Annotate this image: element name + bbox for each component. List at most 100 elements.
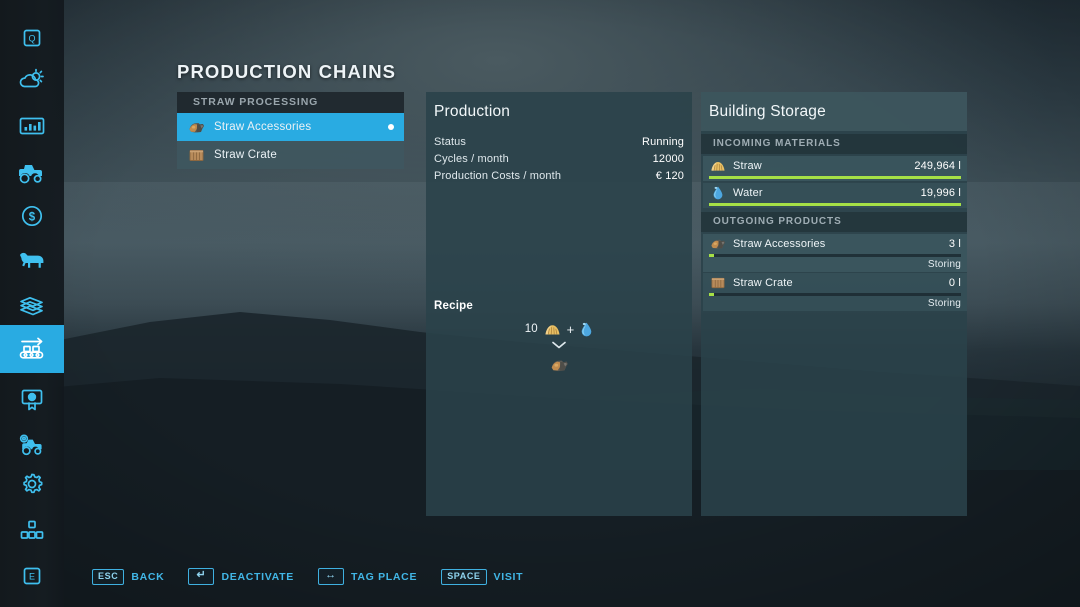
sidebar-item-statistics[interactable] xyxy=(0,102,64,150)
storage-bar-fill xyxy=(709,254,714,257)
network-nodes-icon xyxy=(18,518,46,542)
tractor-gear-icon xyxy=(15,430,49,458)
svg-text:Q: Q xyxy=(28,34,35,44)
sidebar-item-achievements[interactable] xyxy=(0,376,64,424)
stat-row-cycles: Cycles / month 12000 xyxy=(434,153,684,165)
production-list-panel: STRAW PROCESSING Straw Accessories xyxy=(177,92,404,169)
key-cap-esc: ESC xyxy=(92,569,124,585)
storage-bar-track xyxy=(709,254,961,257)
sidebar-item-help-e[interactable]: E xyxy=(0,552,64,600)
gear-icon xyxy=(18,470,46,498)
chart-bars-icon xyxy=(18,114,46,138)
sidebar-item-overview-q[interactable]: Q xyxy=(0,14,64,62)
list-item-straw-crate[interactable]: Straw Crate xyxy=(177,141,404,169)
outgoing-products-header: OUTGOING PRODUCTS xyxy=(701,212,967,232)
storage-row-straw-accessories[interactable]: Straw Accessories 3 l Storing xyxy=(703,234,967,272)
help-item-visit[interactable]: SPACE VISIT xyxy=(441,569,523,585)
storage-item-status: Storing xyxy=(703,257,967,273)
recipe-outputs-row xyxy=(426,356,692,374)
e-key-icon: E xyxy=(19,563,45,589)
straw-pile-icon xyxy=(709,158,727,174)
svg-text:E: E xyxy=(29,572,35,582)
stat-key: Status xyxy=(434,136,466,148)
incoming-materials-header: INCOMING MATERIALS xyxy=(701,134,967,154)
key-cap-space: SPACE xyxy=(441,569,486,585)
sidebar-item-finances[interactable]: $ xyxy=(0,192,64,240)
stat-key: Production Costs / month xyxy=(434,170,561,182)
help-item-deactivate[interactable]: ↵ DEACTIVATE xyxy=(188,568,294,585)
storage-item-amount: 19,996 l xyxy=(921,187,961,199)
cow-icon xyxy=(16,247,48,273)
straw-accessories-icon xyxy=(186,118,206,136)
sidebar-item-settings[interactable] xyxy=(0,460,64,508)
straw-accessories-icon xyxy=(549,356,570,374)
list-item-label: Straw Crate xyxy=(214,149,394,161)
straw-crate-icon xyxy=(709,275,727,291)
key-cap-enter: ↵ xyxy=(188,568,214,585)
water-drop-icon xyxy=(709,185,727,201)
production-panel-title: Production xyxy=(434,103,510,121)
storage-row-straw-crate[interactable]: Straw Crate 0 l Storing xyxy=(703,273,967,311)
weather-sun-cloud-icon xyxy=(17,67,47,93)
stat-key: Cycles / month xyxy=(434,153,509,165)
storage-item-name: Straw Accessories xyxy=(733,238,949,250)
recipe-input-qty: 10 xyxy=(525,323,538,335)
sidebar-item-vehicles[interactable] xyxy=(0,148,64,196)
storage-bar-track xyxy=(709,176,961,179)
storage-item-status: Storing xyxy=(703,296,967,312)
svg-text:$: $ xyxy=(29,211,36,223)
building-storage-panel: Building Storage INCOMING MATERIALS xyxy=(701,92,967,516)
list-item-straw-accessories[interactable]: Straw Accessories xyxy=(177,113,404,141)
straw-crate-icon xyxy=(186,146,206,164)
sidebar-item-weather[interactable] xyxy=(0,56,64,104)
tractor-icon xyxy=(16,159,48,185)
storage-item-amount: 3 l xyxy=(949,238,961,250)
stat-value: 12000 xyxy=(653,153,684,165)
storage-panel-title: Building Storage xyxy=(709,103,826,121)
storage-bar-fill xyxy=(709,203,961,206)
recipe-inputs-row: 10 + xyxy=(426,321,692,337)
stat-value: € 120 xyxy=(656,170,684,182)
storage-bar-fill xyxy=(709,176,961,179)
storage-item-name: Straw Crate xyxy=(733,277,949,289)
storage-bar-track xyxy=(709,203,961,206)
help-label-tag-place: TAG PLACE xyxy=(351,571,417,583)
sidebar-item-multiplayer[interactable] xyxy=(0,506,64,554)
storage-item-amount: 0 l xyxy=(949,277,961,289)
sidebar-item-animals[interactable] xyxy=(0,236,64,284)
production-list-group-header: STRAW PROCESSING xyxy=(177,92,404,113)
stat-row-production-costs: Production Costs / month € 120 xyxy=(434,170,684,182)
list-item-label: Straw Accessories xyxy=(214,121,388,133)
q-key-icon: Q xyxy=(19,25,45,51)
sidebar-item-production-chains[interactable] xyxy=(0,325,64,373)
dollar-coin-icon: $ xyxy=(19,203,45,229)
storage-bar-track xyxy=(709,293,961,296)
storage-item-amount: 249,964 l xyxy=(914,160,961,172)
straw-accessories-icon xyxy=(709,236,727,252)
help-label-back: BACK xyxy=(131,571,164,583)
stat-row-status: Status Running xyxy=(434,136,684,148)
left-sidebar: Q xyxy=(0,0,64,607)
help-label-deactivate: DEACTIVATE xyxy=(221,571,294,583)
award-screen-icon xyxy=(18,386,46,414)
help-bar: ESC BACK ↵ DEACTIVATE ↔ TAG PLACE SPACE … xyxy=(92,568,523,585)
conveyor-belt-icon xyxy=(14,335,50,363)
help-item-back[interactable]: ESC BACK xyxy=(92,569,164,585)
page-title: PRODUCTION CHAINS xyxy=(177,61,396,83)
storage-row-straw[interactable]: Straw 249,964 l xyxy=(703,156,967,181)
storage-item-name: Water xyxy=(733,187,921,199)
storage-item-name: Straw xyxy=(733,160,914,172)
recipe-plus-symbol: + xyxy=(567,323,575,336)
help-item-tag-place[interactable]: ↔ TAG PLACE xyxy=(318,568,417,585)
recipe-label: Recipe xyxy=(434,300,473,312)
recipe-arrow xyxy=(426,338,692,356)
sidebar-item-contracts[interactable] xyxy=(0,282,64,330)
storage-row-water[interactable]: Water 19,996 l xyxy=(703,183,967,208)
storage-bar-fill xyxy=(709,293,714,296)
straw-pile-icon xyxy=(544,322,561,337)
game-menu-screen: Q xyxy=(0,0,1080,607)
chevron-down-icon xyxy=(550,339,568,351)
stat-value: Running xyxy=(642,136,684,148)
key-cap-left-right-arrow: ↔ xyxy=(318,568,344,585)
water-drop-icon xyxy=(580,321,593,337)
